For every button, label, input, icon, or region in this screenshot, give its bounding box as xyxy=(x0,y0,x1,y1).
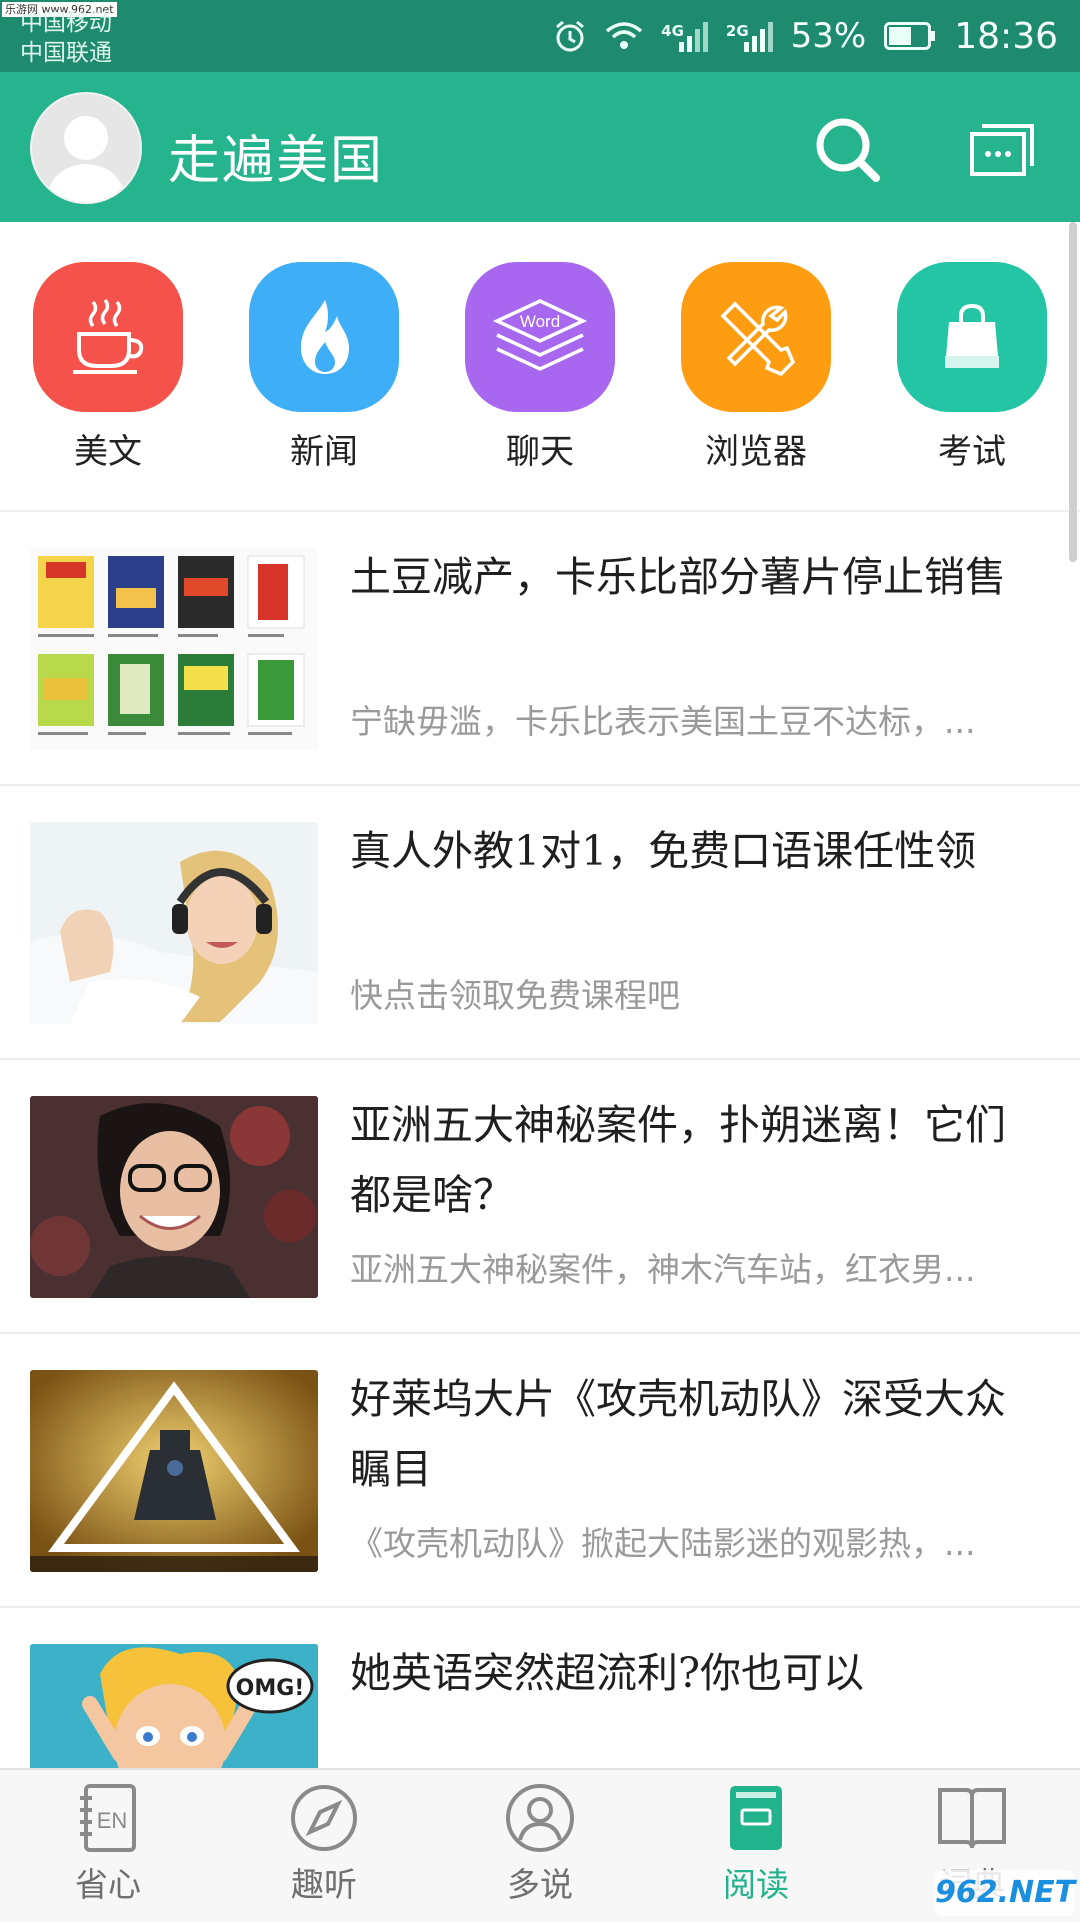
tab-quting[interactable]: 趣听 xyxy=(216,1782,432,1906)
category-browser[interactable]: 浏览器 xyxy=(671,262,841,473)
article-thumbnail xyxy=(30,1096,318,1298)
omg-text: OMG! xyxy=(236,1676,305,1701)
article-subtitle: 《攻壳机动队》掀起大陆影迷的观影热，... xyxy=(350,1524,976,1563)
battery-icon xyxy=(884,22,936,50)
alarm-icon xyxy=(556,20,585,52)
category-tile: Word xyxy=(465,262,615,412)
article-subtitle: 快点击领取免费课程吧 xyxy=(350,976,680,1015)
category-label: 新闻 xyxy=(290,432,358,472)
word-stack-icon: Word xyxy=(492,299,588,371)
article-subtitle: 亚洲五大神秘案件，神木汽车站，红衣男... xyxy=(350,1250,976,1289)
watermark-bottom: 962.NET xyxy=(935,1870,1075,1916)
article-thumbnail xyxy=(30,1370,318,1572)
avatar-silhouette xyxy=(46,116,126,202)
chat-icon xyxy=(970,124,1034,176)
tab-label: 省心 xyxy=(75,1865,141,1904)
status-bar: 乐游网 www.962.net 中国移动 中国联通 4G 2G 53% 18:3… xyxy=(0,0,1080,72)
coffee-cup-icon xyxy=(73,298,144,374)
list-item[interactable]: 亚洲五大神秘案件，扑朔迷离！它们都是啥？ 亚洲五大神秘案件，神木汽车站，红衣男.… xyxy=(0,1060,1080,1334)
category-news[interactable]: 新闻 xyxy=(239,262,409,473)
person-icon xyxy=(506,1784,574,1852)
category-exam[interactable]: 考试 xyxy=(887,262,1057,473)
category-label: 美文 xyxy=(74,432,142,472)
tab-shengxin[interactable]: EN 省心 xyxy=(0,1782,216,1906)
word-icon-text: Word xyxy=(520,312,560,331)
woman-glasses-image xyxy=(30,1096,318,1298)
app-header: 走遍美国 xyxy=(0,72,1080,222)
list-item[interactable]: 好莱坞大片《攻壳机动队》深受大众瞩目 《攻壳机动队》掀起大陆影迷的观影热，... xyxy=(0,1334,1080,1608)
search-icon xyxy=(816,118,880,182)
category-tile xyxy=(33,262,183,412)
open-book-icon xyxy=(938,1788,1006,1849)
compass-icon xyxy=(291,1785,357,1851)
article-thumbnail xyxy=(30,548,318,750)
category-label: 聊天 xyxy=(506,432,574,472)
tab-duoshuo[interactable]: 多说 xyxy=(432,1782,648,1906)
network-label-1: 4G xyxy=(661,22,684,40)
article-title: 她英语突然超流利?你也可以 xyxy=(350,1649,864,1697)
article-title: 亚洲五大神秘案件，扑朔迷离！它们都是啥？ xyxy=(350,1101,1006,1219)
article-subtitle: 宁缺毋滥，卡乐比表示美国土豆不达标，... xyxy=(350,702,976,741)
page-title: 走遍美国 xyxy=(168,131,385,191)
article-title: 土豆减产，卡乐比部分薯片停止销售 xyxy=(350,553,1006,601)
scrollbar[interactable] xyxy=(1069,222,1077,562)
article-thumbnail xyxy=(30,822,318,1024)
carrier-1: 中国移动 xyxy=(20,10,112,36)
status-icons: 4G 2G 53% 18:36 xyxy=(553,10,1058,62)
tab-label: 阅读 xyxy=(723,1865,789,1904)
chat-button[interactable] xyxy=(968,118,1038,182)
list-item[interactable]: 真人外教1对1，免费口语课任性领 快点击领取免费课程吧 xyxy=(0,786,1080,1060)
category-label: 考试 xyxy=(938,432,1006,472)
article-title: 好莱坞大片《攻壳机动队》深受大众瞩目 xyxy=(350,1375,1006,1493)
bottom-nav: EN 省心 趣听 多说 阅读 词典 xyxy=(0,1768,1080,1922)
network-label-2: 2G xyxy=(725,22,749,40)
category-chat[interactable]: Word 聊天 xyxy=(455,262,625,473)
en-notebook-icon: EN xyxy=(80,1784,136,1852)
category-tile xyxy=(897,262,1047,412)
flame-icon xyxy=(301,300,349,374)
tools-icon xyxy=(720,301,796,377)
movie-poster-image xyxy=(30,1370,318,1572)
user-avatar-icon[interactable] xyxy=(30,92,142,204)
category-tile xyxy=(249,262,399,412)
carrier-info: 中国移动 中国联通 xyxy=(20,8,112,68)
chips-grid-image xyxy=(38,555,305,735)
book-reading-icon xyxy=(730,1786,782,1850)
category-label: 浏览器 xyxy=(705,432,807,472)
carrier-2: 中国联通 xyxy=(20,40,112,66)
clock: 18:36 xyxy=(954,15,1058,57)
tab-label: 多说 xyxy=(507,1865,573,1904)
article-title: 真人外教1对1，免费口语课任性领 xyxy=(350,827,977,875)
list-item[interactable]: 土豆减产，卡乐比部分薯片停止销售 宁缺毋滥，卡乐比表示美国土豆不达标，... xyxy=(0,512,1080,786)
girl-headphones-image xyxy=(30,822,318,1024)
search-button[interactable] xyxy=(812,114,884,186)
tab-yuedu[interactable]: 阅读 xyxy=(648,1782,864,1906)
category-row: 美文 新闻 Word 聊天 浏览器 考试 xyxy=(0,222,1080,512)
category-meiwen[interactable]: 美文 xyxy=(23,262,193,473)
battery-percent: 53% xyxy=(790,16,867,56)
category-tile xyxy=(681,262,831,412)
tab-label: 趣听 xyxy=(291,1865,357,1904)
wifi-icon xyxy=(606,22,643,49)
bag-icon xyxy=(945,303,999,368)
svg-text:EN: EN xyxy=(97,1808,128,1833)
